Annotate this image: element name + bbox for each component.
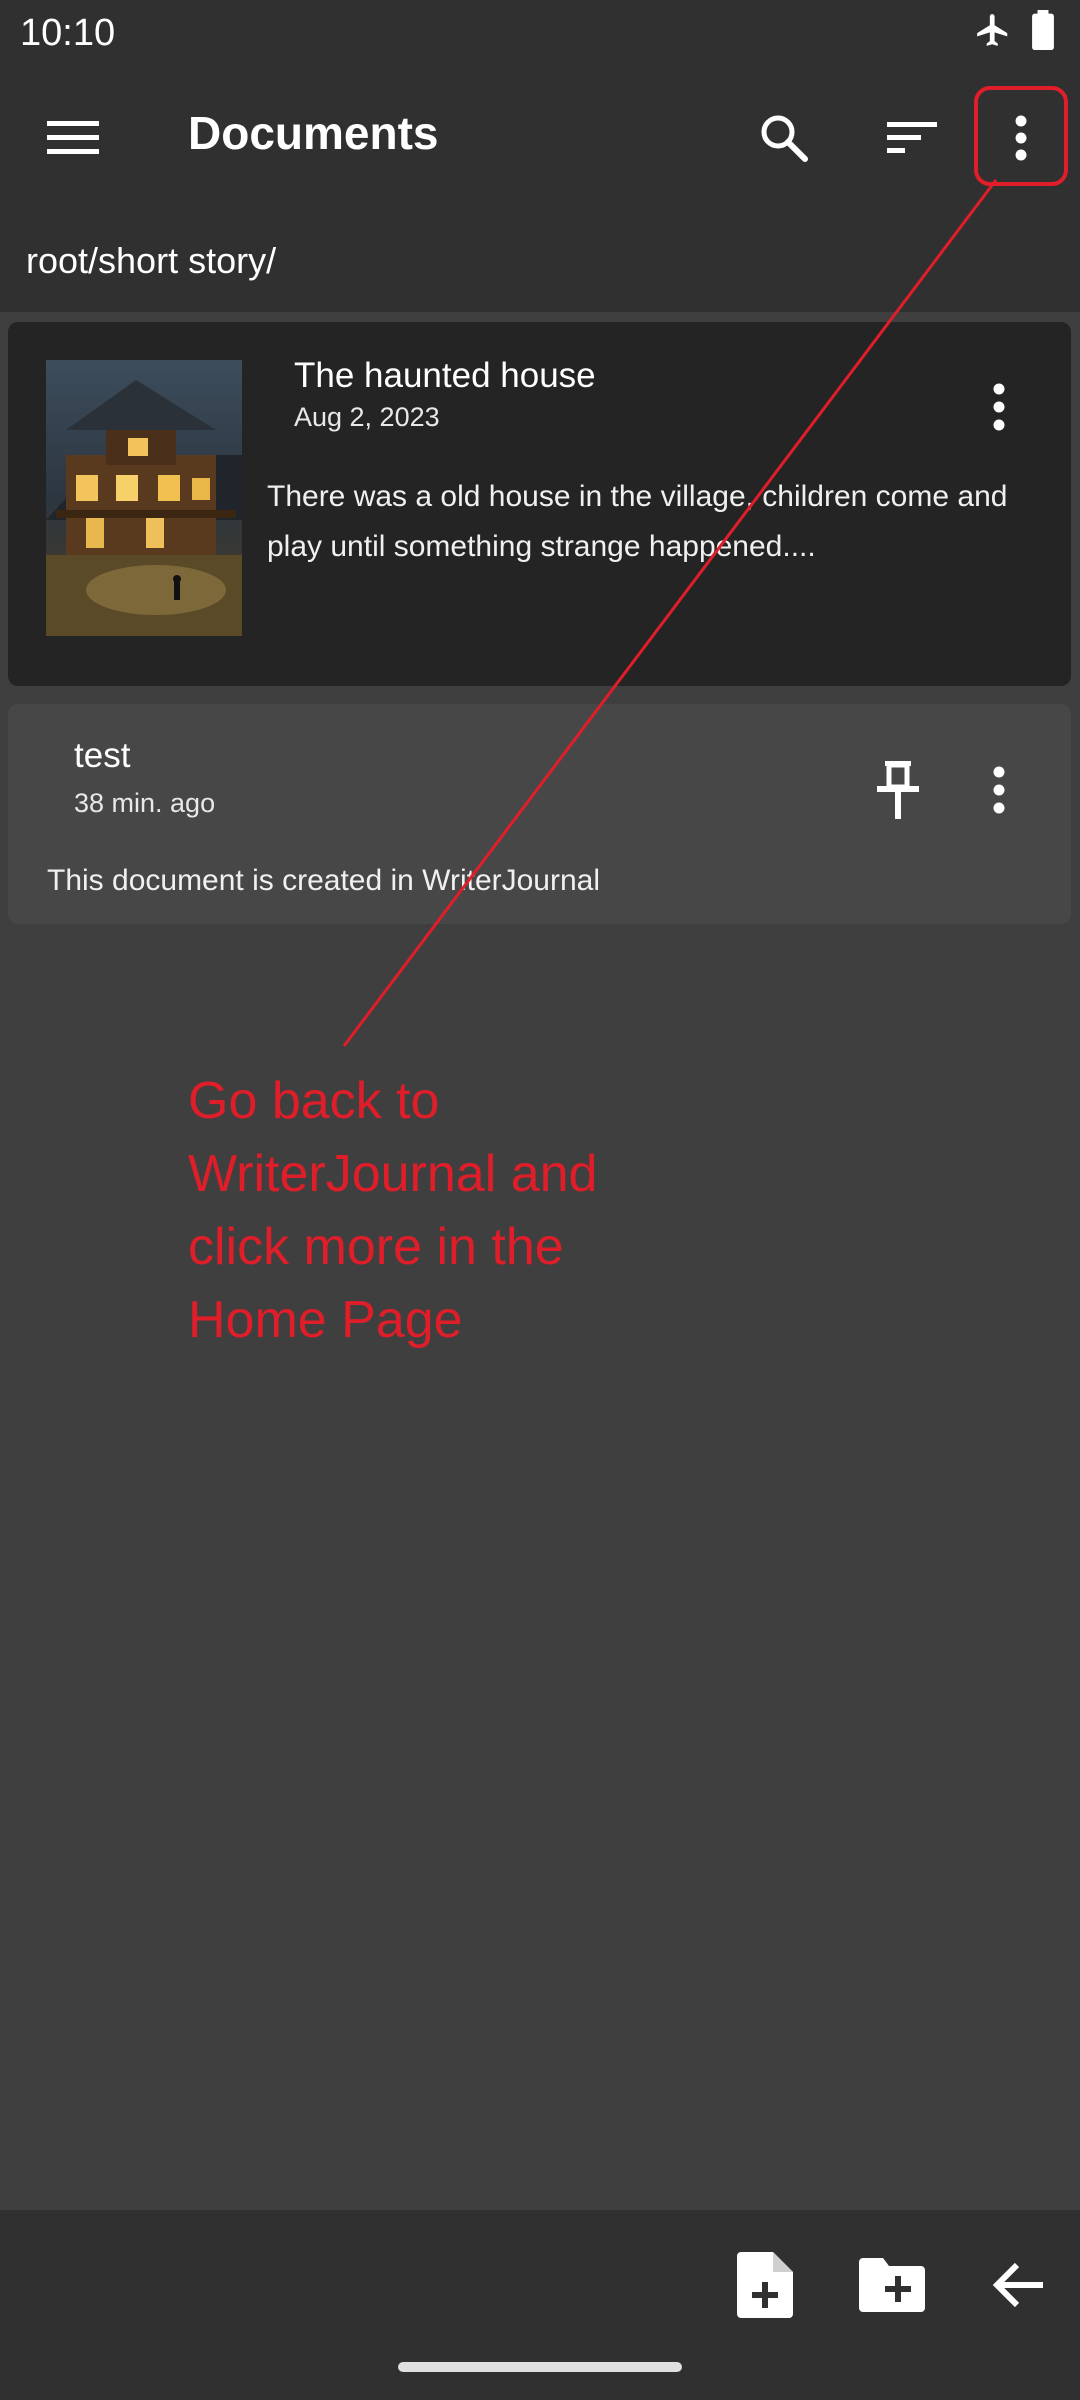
- annotation-text: Go back to WriterJournal and click more …: [188, 1072, 598, 1349]
